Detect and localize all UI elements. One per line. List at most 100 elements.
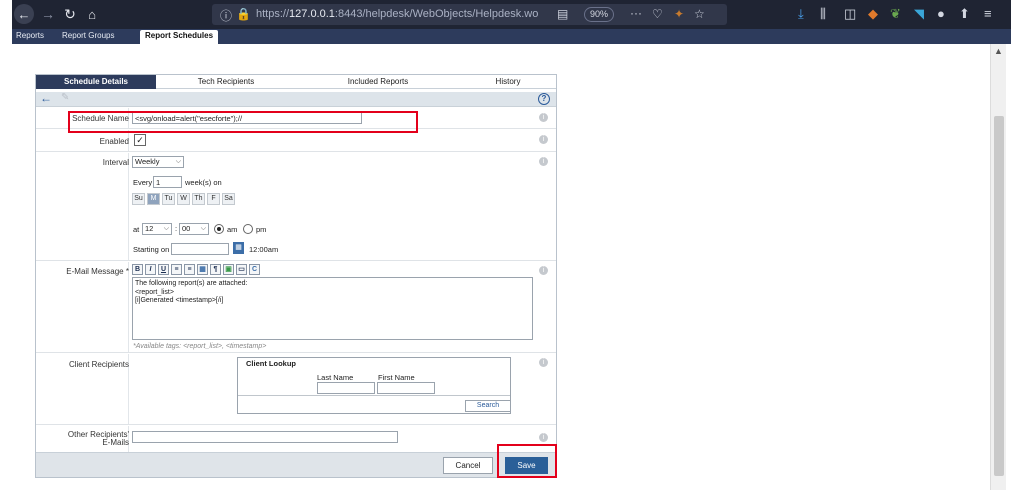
am-label: am bbox=[227, 225, 238, 234]
schedule-panel: Schedule Details Tech Recipients Include… bbox=[35, 74, 557, 478]
detail-toolbar: ← ✎ ? bbox=[36, 91, 556, 107]
day-wednesday[interactable]: W bbox=[177, 193, 190, 205]
other-recipients-input[interactable] bbox=[132, 431, 398, 443]
available-tags-hint: *Available tags: <report_list>, <timesta… bbox=[133, 343, 267, 350]
forward-arrow-icon[interactable]: → bbox=[40, 4, 56, 24]
underline-icon[interactable]: U bbox=[158, 264, 169, 275]
enabled-checkbox[interactable]: ✓ bbox=[134, 134, 146, 146]
other-recipients-label: Other Recipients' E-Mails bbox=[67, 430, 129, 447]
info-icon[interactable]: i bbox=[539, 135, 548, 144]
clear-format-icon[interactable]: C bbox=[249, 264, 260, 275]
paragraph-icon[interactable]: ¶ bbox=[210, 264, 221, 275]
am-radio[interactable] bbox=[214, 224, 224, 234]
pm-label: pm bbox=[256, 225, 267, 234]
info-circle-icon[interactable]: ⓘ bbox=[220, 7, 232, 24]
pocket-icon[interactable]: ♡ bbox=[652, 7, 663, 21]
tab-included-reports[interactable]: Included Reports bbox=[296, 75, 460, 89]
zoom-badge[interactable]: 90% bbox=[584, 7, 615, 22]
row-email-message: E-Mail Message * B I U ≡ ≡ ▦ ¶ ▣ ▭ C The… bbox=[36, 262, 556, 353]
chevron-down-icon: ⌵ bbox=[163, 225, 169, 232]
insecure-lock-icon[interactable]: 🔒 bbox=[236, 7, 251, 21]
first-name-input[interactable] bbox=[377, 382, 435, 394]
sidebar-icon[interactable]: ◫ bbox=[844, 6, 856, 22]
email-message-label: E-Mail Message * bbox=[66, 267, 129, 276]
scroll-up-icon[interactable]: ▲ bbox=[994, 46, 1003, 56]
minute-select[interactable]: 00 ⌵ bbox=[179, 223, 209, 235]
every-label: Every bbox=[133, 178, 153, 187]
info-icon[interactable]: i bbox=[539, 266, 548, 275]
back-arrow-icon[interactable]: ← bbox=[40, 91, 52, 105]
weeks-on-label: week(s) on bbox=[185, 178, 222, 187]
tab-report-groups[interactable]: Report Groups bbox=[62, 31, 114, 40]
info-icon[interactable]: i bbox=[539, 433, 548, 442]
url-bar[interactable]: ⓘ 🔒 https://127.0.0.1:8443/helpdesk/WebO… bbox=[212, 4, 727, 25]
day-friday[interactable]: F bbox=[207, 193, 220, 205]
url-text: https://127.0.0.1:8443/helpdesk/WebObjec… bbox=[256, 8, 539, 20]
tab-tech-recipients[interactable]: Tech Recipients bbox=[156, 75, 296, 89]
scroll-thumb[interactable] bbox=[994, 116, 1004, 476]
bookmark-star-icon[interactable]: ☆ bbox=[694, 7, 705, 21]
library-icon[interactable]: ⫼ bbox=[820, 6, 826, 22]
help-icon[interactable]: ? bbox=[538, 93, 550, 105]
extension-icon[interactable]: ✦ bbox=[674, 7, 684, 21]
bold-icon[interactable]: B bbox=[132, 264, 143, 275]
table-icon[interactable]: ▦ bbox=[197, 264, 208, 275]
reader-view-icon[interactable]: ▤ bbox=[557, 7, 568, 21]
bullet-list-icon[interactable]: ≡ bbox=[171, 264, 182, 275]
client-lookup-title: Client Lookup bbox=[246, 359, 296, 368]
download-icon[interactable]: ⤓ bbox=[798, 6, 804, 22]
info-icon[interactable]: i bbox=[539, 113, 548, 122]
last-name-input[interactable] bbox=[317, 382, 375, 394]
hour-select[interactable]: 12 ⌵ bbox=[142, 223, 172, 235]
numbered-list-icon[interactable]: ≡ bbox=[184, 264, 195, 275]
page-scrollbar[interactable]: ▲ bbox=[990, 44, 1006, 490]
row-enabled: Enabled ✓ i bbox=[36, 130, 556, 152]
day-thursday[interactable]: Th bbox=[192, 193, 205, 205]
pencil-edit-icon[interactable]: ✎ bbox=[61, 92, 69, 103]
menu-hamburger-icon[interactable]: ≡ bbox=[984, 6, 992, 21]
tab-reports[interactable]: Reports bbox=[16, 31, 44, 40]
back-arrow-icon[interactable]: ← bbox=[14, 4, 34, 24]
link-icon[interactable]: ▭ bbox=[236, 264, 247, 275]
day-saturday[interactable]: Sa bbox=[222, 193, 235, 205]
cancel-button[interactable]: Cancel bbox=[443, 457, 493, 474]
reload-icon[interactable]: ↻ bbox=[62, 4, 78, 24]
tab-history[interactable]: History bbox=[460, 75, 556, 89]
chevron-down-icon: ⌵ bbox=[175, 158, 181, 165]
row-other-recipients: Other Recipients' E-Mails i bbox=[36, 426, 556, 452]
client-search-button[interactable]: Search bbox=[465, 400, 511, 412]
home-icon[interactable]: ⌂ bbox=[84, 4, 100, 24]
tab-schedule-details[interactable]: Schedule Details bbox=[36, 75, 156, 89]
addon-drop-icon[interactable]: ◥ bbox=[914, 6, 924, 22]
at-label: at bbox=[133, 225, 140, 234]
addon-fox-icon[interactable]: ◆ bbox=[868, 6, 878, 22]
upload-icon[interactable]: ⬆ bbox=[959, 6, 970, 22]
save-button-highlight bbox=[497, 444, 557, 478]
row-interval: Interval Weekly⌵ i Every week(s) on Su M… bbox=[36, 153, 556, 261]
client-recipients-label: Client Recipients bbox=[68, 360, 129, 369]
info-icon[interactable]: i bbox=[539, 358, 548, 367]
required-mark: * bbox=[125, 267, 129, 276]
interval-select[interactable]: Weekly ⌵ bbox=[132, 156, 184, 168]
day-sunday[interactable]: Su bbox=[132, 193, 145, 205]
every-weeks-input[interactable] bbox=[153, 176, 182, 188]
page-actions-icon[interactable]: ··· bbox=[630, 6, 642, 20]
client-lookup-box: Client Lookup Last Name First Name Searc… bbox=[237, 357, 511, 414]
start-date-input[interactable] bbox=[171, 243, 229, 255]
enabled-label: Enabled bbox=[99, 137, 129, 146]
panel-tabs: Schedule Details Tech Recipients Include… bbox=[36, 75, 556, 89]
day-tuesday[interactable]: Tu bbox=[162, 193, 175, 205]
addon-leaf-icon[interactable]: ❦ bbox=[890, 6, 901, 22]
day-monday[interactable]: M bbox=[147, 193, 160, 205]
info-icon[interactable]: i bbox=[539, 157, 548, 166]
account-icon[interactable]: ● bbox=[937, 6, 945, 21]
day-picker: Su M Tu W Th F Sa bbox=[132, 193, 252, 205]
email-message-textarea[interactable]: The following report(s) are attached: <r… bbox=[132, 277, 533, 340]
chevron-down-icon: ⌵ bbox=[200, 225, 206, 232]
browser-toolbar: ← → ↻ ⌂ ⓘ 🔒 https://127.0.0.1:8443/helpd… bbox=[12, 0, 1011, 29]
image-icon[interactable]: ▣ bbox=[223, 264, 234, 275]
italic-icon[interactable]: I bbox=[145, 264, 156, 275]
pm-radio[interactable] bbox=[243, 224, 253, 234]
calendar-icon[interactable]: ▦ bbox=[233, 242, 244, 254]
tab-report-schedules[interactable]: Report Schedules bbox=[140, 30, 219, 44]
